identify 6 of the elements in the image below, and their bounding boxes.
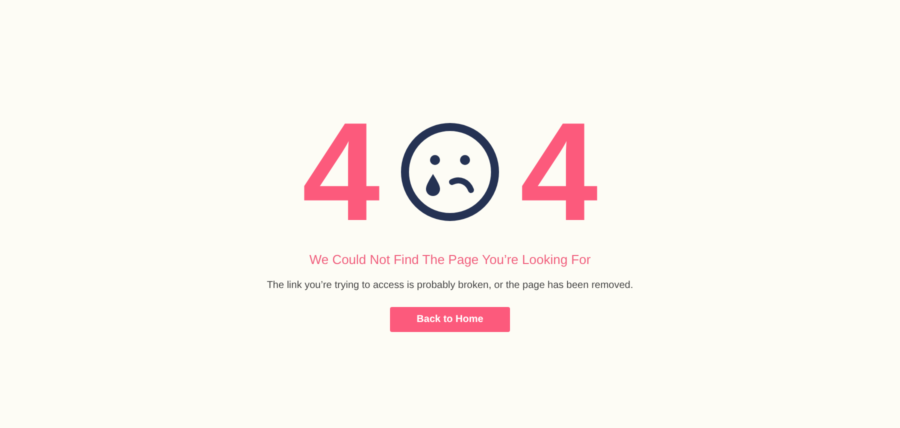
sad-face-icon (400, 122, 500, 222)
error-digit: 4 (520, 112, 598, 232)
back-home-button[interactable]: Back to Home (390, 306, 510, 332)
error-heading: We Could Not Find The Page You’re Looking For (309, 251, 591, 269)
error-digit: 4 (302, 112, 380, 232)
error-message: The link you’re trying to access is probably broken, or the page has been removed. (266, 278, 634, 292)
